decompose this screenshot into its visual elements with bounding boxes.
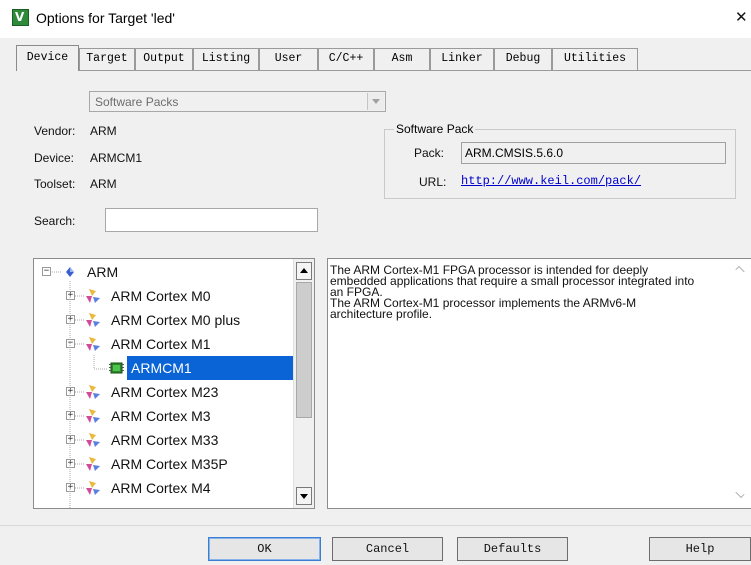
tab-strip-divider [16,70,751,71]
tree-scrollbar-thumb[interactable] [296,282,312,418]
vendor-value: ARM [90,124,117,138]
tree-item-cortex-m33[interactable]: + ARM Cortex M33 [34,428,294,452]
toolset-value: ARM [90,177,117,191]
toolset-label: Toolset: [34,177,76,191]
software-pack-group-title: Software Pack [394,122,476,136]
device-value: ARMCM1 [90,151,143,165]
url-label: URL: [419,175,447,189]
tree-item-cortex-m3[interactable]: + ARM Cortex M3 [34,404,294,428]
device-family-icon [86,385,100,399]
device-family-icon [86,481,100,495]
device-label: Device: [34,151,75,165]
tab-output[interactable]: Output [135,48,193,70]
device-description-text: The ARM Cortex-M1 FPGA processor is inte… [330,263,695,321]
tab-user[interactable]: User [259,48,318,70]
scroll-up-arrow-icon[interactable] [296,262,312,280]
search-label: Search: [34,214,76,228]
device-family-icon [86,337,100,351]
defaults-button[interactable]: Defaults [457,537,568,561]
expand-icon[interactable]: + [66,459,75,468]
tree-item-armcm1[interactable]: ARMCM1 [34,356,294,380]
collapse-icon[interactable]: − [42,267,51,276]
tab-utilities[interactable]: Utilities [552,48,638,70]
tree-scrollbar[interactable] [293,259,314,508]
device-family-icon [86,313,100,327]
tree-item-cortex-m35p[interactable]: + ARM Cortex M35P [34,452,294,476]
chevron-down-icon[interactable] [735,488,745,499]
tab-listing[interactable]: Listing [193,48,259,70]
tab-asm[interactable]: Asm [374,48,430,70]
expand-icon[interactable]: + [66,387,75,396]
tree-item-cortex-m0[interactable]: + ARM Cortex M0 [34,284,294,308]
pack-value: ARM.CMSIS.5.6.0 [465,146,564,160]
window-title: Options for Target 'led' [36,10,175,26]
close-icon[interactable]: ✕ [735,10,751,26]
device-tree[interactable]: − ARM + ARM Cortex M0 + ARM Cortex M0 pl… [33,258,315,509]
pack-label: Pack: [414,146,445,160]
tab-linker[interactable]: Linker [430,48,494,70]
tree-item-cortex-m0-plus[interactable]: + ARM Cortex M0 plus [34,308,294,332]
tree-item-cortex-m1[interactable]: − ARM Cortex M1 [34,332,294,356]
expand-icon[interactable]: + [66,411,75,420]
expand-icon[interactable]: + [66,315,75,324]
cancel-button[interactable]: Cancel [332,537,443,561]
help-button[interactable]: Help [649,537,751,561]
expand-icon[interactable]: + [66,483,75,492]
expand-icon[interactable]: + [66,435,75,444]
tab-device[interactable]: Device [16,45,79,71]
footer-divider [0,525,751,526]
pack-field: ARM.CMSIS.5.6.0 [461,142,726,164]
scroll-down-arrow-icon[interactable] [296,487,312,505]
ok-button[interactable]: OK [208,537,321,561]
device-family-icon [86,433,100,447]
tree-item-cortex-m4[interactable]: + ARM Cortex M4 [34,476,294,500]
search-input[interactable] [105,208,318,232]
expand-icon[interactable]: + [66,291,75,300]
device-family-icon [86,457,100,471]
tree-item-arm-root[interactable]: − ARM [34,260,294,284]
chip-icon [109,362,124,374]
collapse-icon[interactable]: − [66,339,75,348]
chevron-down-icon[interactable] [367,93,384,110]
pack-url-link[interactable]: http://www.keil.com/pack/ [461,174,641,188]
chevron-up-icon[interactable] [735,265,745,276]
device-family-icon [86,409,100,423]
device-family-icon [86,289,100,303]
keil-app-icon: V [12,9,29,26]
tab-debug[interactable]: Debug [494,48,552,70]
software-packs-select[interactable]: Software Packs [89,91,386,112]
tree-item-cortex-m23[interactable]: + ARM Cortex M23 [34,380,294,404]
tab-target[interactable]: Target [79,48,135,70]
vendor-label: Vendor: [34,124,76,138]
vendor-diamond-icon [66,267,74,277]
description-scrollbar[interactable] [731,259,751,508]
software-packs-select-value: Software Packs [95,95,179,109]
tab-cpp[interactable]: C/C++ [318,48,374,70]
